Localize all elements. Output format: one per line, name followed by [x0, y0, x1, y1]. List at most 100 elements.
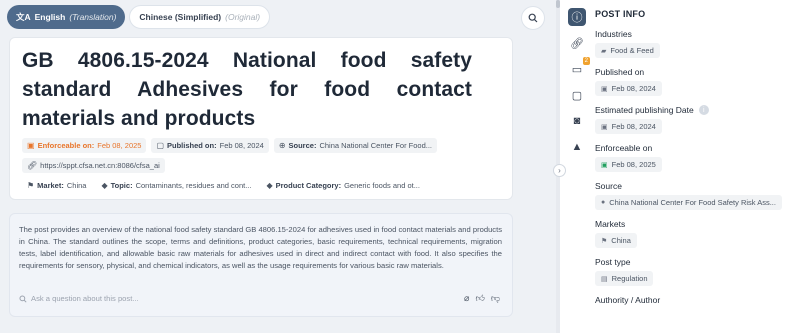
- collapse-panel-button[interactable]: ›: [553, 164, 566, 177]
- thumbs-down-icon[interactable]: 👎︎: [491, 293, 500, 304]
- search-button[interactable]: [521, 6, 545, 30]
- post-info-title: POST INFO: [595, 9, 646, 19]
- source-label: Source:: [288, 141, 317, 150]
- link-icon: 🔗︎: [27, 161, 38, 170]
- industries-value: Food & Feed: [610, 46, 654, 55]
- enforceable-chip: ▣ Enforceable on: Feb 08, 2025: [22, 138, 147, 153]
- category-value: Generic foods and ot...: [344, 181, 420, 190]
- category-label: Product Category:: [275, 181, 342, 190]
- published-value: Feb 08, 2024: [219, 141, 264, 150]
- panel-icon-rail: ⓘ 🔗︎ ▭ 2 ▢ ◙ ▲: [568, 8, 590, 156]
- calendar-icon: ▣: [601, 123, 608, 131]
- published-on-label: Published on: [595, 67, 645, 77]
- search-icon: [528, 13, 538, 23]
- document-icon: ▤: [601, 275, 608, 283]
- published-label: Published on:: [167, 141, 217, 150]
- post-type-value: Regulation: [611, 274, 648, 283]
- attach-icon[interactable]: ⌀: [464, 293, 469, 304]
- source-value: China National Center For Food Safety Ri…: [609, 198, 776, 207]
- info-tab[interactable]: ⓘ: [568, 8, 586, 26]
- topic-value: Contaminants, residues and cont...: [135, 181, 252, 190]
- enforceable-on-label: Enforceable on: [595, 143, 653, 153]
- comment-icon: ▢: [571, 89, 583, 102]
- original-note: (Original): [225, 12, 261, 22]
- globe-icon: ●: [601, 199, 606, 206]
- meta-row-tags: ⚑ Market: China ◆ Topic: Contaminants, r…: [22, 178, 500, 193]
- links-tab[interactable]: 🔗︎: [568, 34, 586, 52]
- globe-icon: ⊕: [278, 141, 286, 150]
- folder-icon: ▰: [601, 47, 607, 55]
- alerts-tab[interactable]: ▲: [568, 138, 586, 156]
- topic-chip: ◆ Topic: Contaminants, residues and cont…: [96, 178, 256, 193]
- english-translation-button[interactable]: 文A English (Translation): [7, 5, 126, 29]
- published-on-tag: ▣ Feb 08, 2024: [595, 81, 662, 96]
- translation-note: (Translation): [69, 12, 117, 22]
- enforceable-on-value: Feb 08, 2025: [611, 160, 656, 169]
- ask-placeholder: Ask a question about this post...: [31, 294, 139, 303]
- feedback-actions: ⌀ 👍︎ 👎︎: [464, 293, 500, 304]
- warning-icon: ▲: [571, 141, 583, 153]
- enforceable-value: Feb 08, 2025: [97, 141, 142, 150]
- right-panel: ⓘ 🔗︎ ▭ 2 ▢ ◙ ▲ POST INFO Industries ▰ Fo…: [560, 0, 800, 333]
- market-value: China: [66, 181, 87, 190]
- topic-label: Topic:: [110, 181, 133, 190]
- chevron-right-icon: ›: [558, 166, 561, 175]
- calendar-icon: ▣: [27, 141, 35, 150]
- source-url-chip[interactable]: 🔗︎ https://sppt.cfsa.net.cn:8086/cfsa_ai: [22, 158, 165, 173]
- meta-row-url: 🔗︎ https://sppt.cfsa.net.cn:8086/cfsa_ai: [22, 158, 500, 173]
- calendar-icon: ▢: [156, 141, 165, 150]
- ask-question-input[interactable]: Ask a question about this post...: [19, 294, 139, 303]
- folder-badge: 2: [582, 57, 590, 65]
- meta-row-dates: ▣ Enforceable on: Feb 08, 2025 ▢ Publish…: [22, 138, 500, 153]
- ai-tab[interactable]: ◙: [568, 112, 586, 130]
- summary-text: The post provides an overview of the nat…: [19, 225, 502, 270]
- source-url: https://sppt.cfsa.net.cn:8086/cfsa_ai: [40, 161, 160, 170]
- tag-icon: ◆: [266, 181, 273, 190]
- market-label: Market:: [37, 181, 64, 190]
- markets-tag: ⚑ China: [595, 233, 637, 248]
- folder-icon: ▭: [571, 63, 583, 76]
- language-toggle: 文A English (Translation) Chinese (Simpli…: [7, 5, 271, 29]
- post-type-label: Post type: [595, 257, 631, 267]
- chinese-original-button[interactable]: Chinese (Simplified) (Original): [129, 5, 271, 29]
- published-on-value: Feb 08, 2024: [611, 84, 656, 93]
- chinese-label: Chinese (Simplified): [139, 12, 222, 22]
- source-label: Source: [595, 181, 622, 191]
- source-tag[interactable]: ● China National Center For Food Safety …: [595, 195, 782, 210]
- english-label: English: [34, 12, 66, 22]
- ask-row: Ask a question about this post... ⌀ 👍︎ 👎…: [19, 293, 500, 304]
- estimated-date-tag: ▣ Feb 08, 2024: [595, 119, 662, 134]
- estimated-date-text: Estimated publishing Date: [595, 105, 694, 115]
- industries-tag: ▰ Food & Feed: [595, 43, 660, 58]
- estimated-date-value: Feb 08, 2024: [611, 122, 656, 131]
- thumbs-up-icon[interactable]: 👍︎: [475, 293, 484, 304]
- authority-label: Authority / Author: [595, 295, 661, 305]
- source-value: China National Center For Food...: [319, 141, 433, 150]
- link-icon: 🔗︎: [570, 37, 584, 50]
- info-icon: ⓘ: [571, 12, 583, 24]
- industries-label: Industries: [595, 29, 632, 39]
- comments-tab[interactable]: ▢: [568, 86, 586, 104]
- translate-icon: 文A: [16, 12, 31, 22]
- market-chip: ⚑ Market: China: [22, 178, 91, 193]
- markets-label: Markets: [595, 219, 626, 229]
- source-chip[interactable]: ⊕ Source: China National Center For Food…: [273, 138, 438, 153]
- published-chip: ▢ Published on: Feb 08, 2024: [151, 138, 269, 153]
- enforceable-label: Enforceable on:: [37, 141, 95, 150]
- markets-value: China: [611, 236, 631, 245]
- calendar-icon: ▣: [601, 161, 608, 169]
- robot-icon: ◙: [573, 115, 581, 127]
- enforceable-on-tag: ▣ Feb 08, 2025: [595, 157, 662, 172]
- post-info-section: POST INFO Industries ▰ Food & Feed Publi…: [595, 9, 795, 305]
- folder-tab[interactable]: ▭ 2: [568, 57, 590, 78]
- post-card: GB 4806.15-2024 National food safety sta…: [9, 37, 513, 200]
- tag-icon: ◆: [101, 181, 108, 190]
- flag-icon: ⚑: [27, 181, 35, 190]
- post-type-tag: ▤ Regulation: [595, 271, 654, 286]
- summary-box: The post provides an overview of the nat…: [9, 213, 513, 317]
- search-icon: [19, 294, 27, 303]
- calendar-icon: ▣: [601, 85, 608, 93]
- help-icon[interactable]: i: [698, 105, 709, 115]
- estimated-date-label: Estimated publishing Date i: [595, 105, 795, 115]
- category-chip: ◆ Product Category: Generic foods and ot…: [261, 178, 424, 193]
